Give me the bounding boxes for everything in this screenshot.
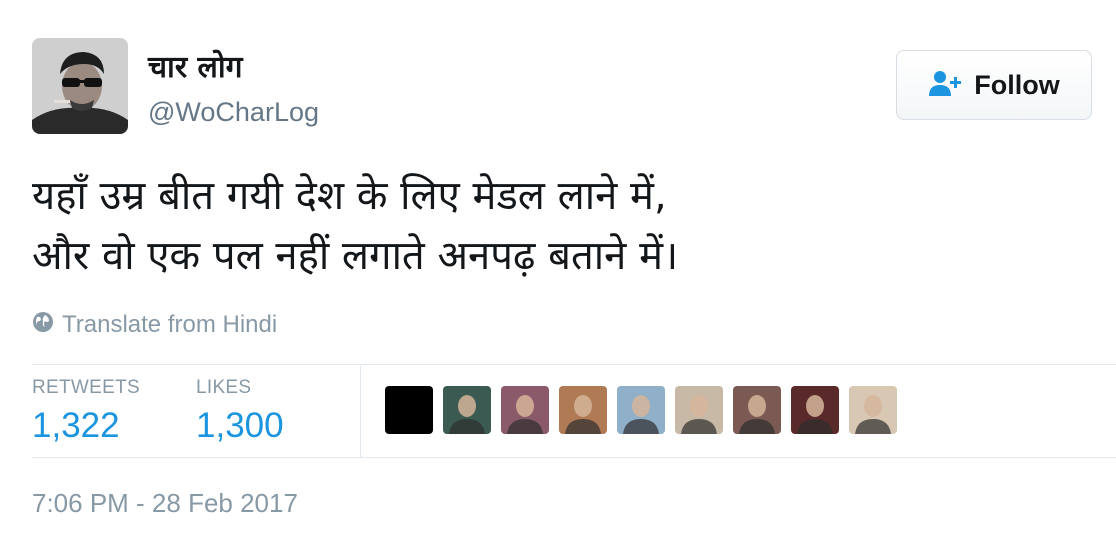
- follow-button[interactable]: Follow: [896, 50, 1092, 120]
- liker-avatars: [385, 386, 897, 434]
- liker-avatar[interactable]: [849, 386, 897, 434]
- follow-button-label: Follow: [974, 69, 1060, 100]
- retweets-count: 1,322: [32, 406, 120, 445]
- translate-label: Translate from Hindi: [62, 311, 278, 338]
- liker-avatar[interactable]: [501, 386, 549, 434]
- liker-avatar[interactable]: [675, 386, 723, 434]
- divider-bottom: [32, 457, 1116, 458]
- add-person-icon: [928, 69, 964, 102]
- likes-stat[interactable]: LIKES 1,300: [196, 376, 284, 448]
- divider-top: [32, 364, 1116, 365]
- tweet-line: यहाँ उम्र बीत गयी देश के लिए मेडल लाने म…: [32, 173, 667, 219]
- display-name[interactable]: चार लोग: [148, 48, 243, 88]
- profile-avatar-image: [32, 38, 128, 134]
- retweets-label: RETWEETS: [32, 377, 140, 398]
- liker-avatar[interactable]: [733, 386, 781, 434]
- liker-avatar[interactable]: [617, 386, 665, 434]
- liker-avatar[interactable]: [791, 386, 839, 434]
- tweet-line: और वो एक पल नहीं लगाते अनपढ़ बताने में।: [32, 233, 679, 279]
- profile-avatar[interactable]: [32, 38, 128, 134]
- tweet-timestamp[interactable]: 7:06 PM - 28 Feb 2017: [32, 487, 298, 519]
- likes-label: LIKES: [196, 377, 252, 398]
- liker-avatar[interactable]: [385, 386, 433, 434]
- user-handle[interactable]: @WoCharLog: [148, 96, 319, 128]
- translate-link[interactable]: Translate from Hindi: [32, 310, 277, 340]
- tweet-text: यहाँ उम्र बीत गयी देश के लिए मेडल लाने म…: [32, 166, 1092, 286]
- liker-avatar[interactable]: [559, 386, 607, 434]
- globe-icon: [32, 311, 54, 340]
- stats-vertical-divider: [360, 366, 361, 458]
- tweet-header: चार लोग @WoCharLog Follow: [32, 38, 1094, 138]
- tweet-stats: RETWEETS 1,322 LIKES 1,300: [32, 366, 1116, 458]
- retweets-stat[interactable]: RETWEETS 1,322: [32, 376, 140, 448]
- likes-count: 1,300: [196, 406, 284, 445]
- liker-avatar[interactable]: [443, 386, 491, 434]
